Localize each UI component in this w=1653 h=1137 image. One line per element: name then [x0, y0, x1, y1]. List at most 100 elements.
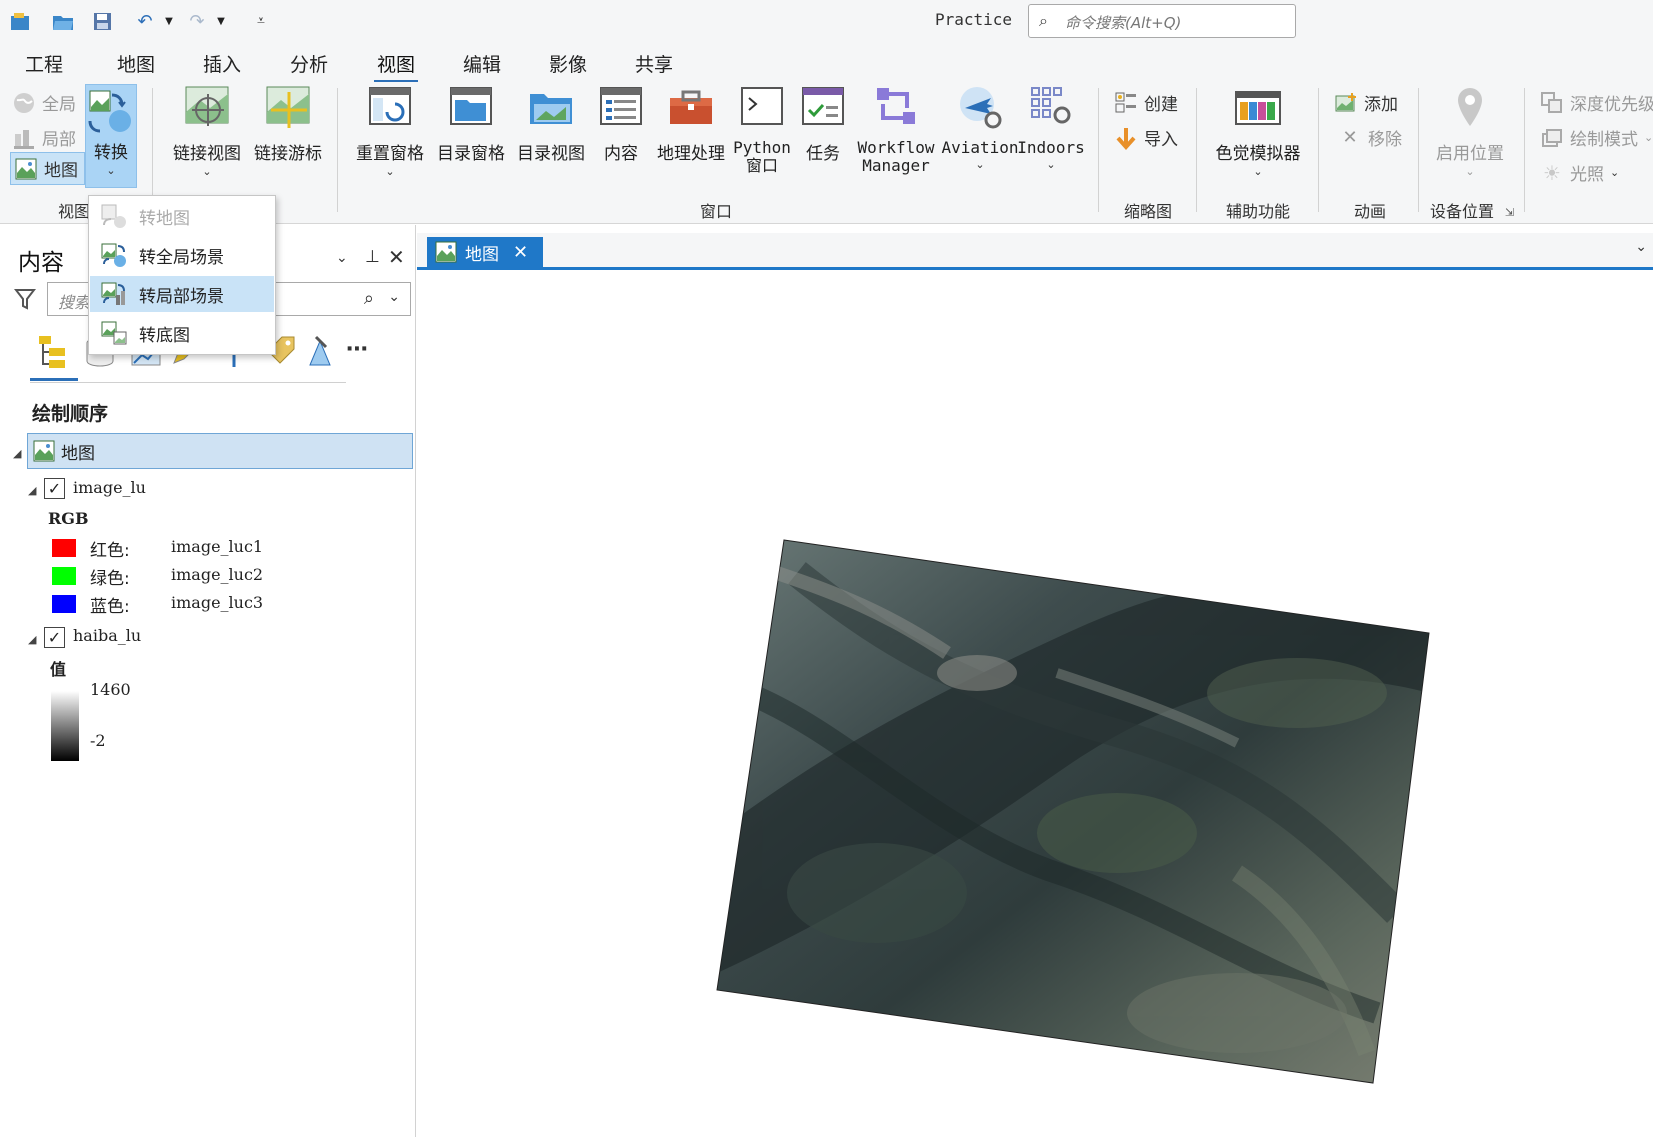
search-placeholder: 搜索 [58, 293, 91, 312]
new-project-icon[interactable] [8, 8, 34, 34]
list-by-perspective-imagery-icon[interactable] [302, 333, 338, 369]
reset-panes-label: 重置窗格 [356, 144, 424, 164]
lighting-button[interactable]: ☀ 光照 ⌄ [1540, 160, 1619, 186]
indoors-label: Indoors [1017, 138, 1085, 157]
red-channel-label: 红色: [90, 541, 130, 561]
catalog-pane-button[interactable]: 目录窗格 [433, 84, 509, 164]
tab-view[interactable]: 视图 [373, 50, 419, 83]
reset-panes-button[interactable]: 重置窗格 ⌄ [352, 84, 428, 178]
layer-visibility-checkbox[interactable]: ✓ [44, 627, 65, 648]
convert-button[interactable]: 转换 ⌄ [85, 84, 137, 188]
close-tab-icon[interactable]: ✕ [513, 242, 528, 263]
link-view-icon [185, 86, 229, 126]
map-tree-node[interactable]: 地图 [27, 433, 413, 469]
tab-insert[interactable]: 插入 [203, 50, 241, 77]
chevron-down-icon: ⌄ [975, 158, 985, 171]
filter-icon[interactable] [14, 287, 36, 311]
layer-name-image-lu[interactable]: image_lu [73, 478, 146, 497]
arcgis-pro-window: ↶ ▼ ↷ ▼ ⩡ Practice ⌕ 命令搜索(Alt+Q) 工程 地图 插… [0, 0, 1653, 1137]
tab-project[interactable]: 工程 [25, 50, 63, 77]
workflow-icon [877, 88, 915, 124]
command-search-placeholder: 命令搜索(Alt+Q) [1065, 14, 1182, 32]
thumbnail-create-icon [1115, 92, 1136, 112]
remove-animation-button[interactable]: ✕ 移除 [1338, 125, 1402, 150]
chevron-down-icon[interactable]: ⌄ [388, 289, 400, 305]
pin-icon[interactable]: ⊥ [365, 247, 380, 267]
save-project-icon[interactable] [90, 8, 116, 34]
catalog-view-button[interactable]: 目录视图 [513, 84, 589, 164]
convert-label: 转换 [94, 143, 128, 163]
link-cursor-button[interactable]: 链接游标 [249, 84, 327, 164]
python-window-button[interactable]: Python 窗口 [732, 84, 792, 175]
collapse-triangle-icon[interactable]: ◢ [28, 484, 36, 497]
collapse-triangle-icon[interactable]: ◢ [28, 633, 36, 646]
menu-item-to-global-scene[interactable]: 转全局场景 [90, 237, 274, 273]
ramp-high-value: 1460 [90, 680, 131, 699]
command-search-input[interactable]: ⌕ 命令搜索(Alt+Q) [1028, 4, 1296, 38]
global-view-button[interactable]: 全局 [12, 90, 76, 115]
map-node-label: 地图 [61, 444, 95, 464]
import-thumbnail-button[interactable]: 导入 [1114, 125, 1178, 150]
indoors-icon [1031, 87, 1071, 124]
list-by-drawing-order-icon[interactable] [35, 333, 71, 369]
workflow-manager-button[interactable]: Workflow Manager [852, 84, 940, 175]
depth-priority-icon [1541, 91, 1562, 113]
tab-share[interactable]: 共享 [635, 50, 673, 77]
undo-dropdown-icon[interactable]: ▼ [156, 8, 182, 34]
tab-list-chevron-icon[interactable]: ⌄ [1635, 239, 1647, 255]
menu-item-label: 转局部场景 [139, 286, 224, 307]
tab-edit[interactable]: 编辑 [463, 50, 501, 77]
add-animation-button[interactable]: 添加 [1334, 90, 1398, 115]
undo-icon[interactable]: ↶ [132, 8, 158, 34]
chevron-down-icon: ⌄ [202, 165, 212, 178]
color-vision-simulator-button[interactable]: 色觉模拟器 ⌄ [1210, 84, 1306, 178]
map-view-tab[interactable]: 地图 ✕ [427, 237, 543, 267]
link-view-button[interactable]: 链接视图 ⌄ [168, 84, 246, 178]
open-project-icon[interactable] [50, 8, 76, 34]
tasks-button[interactable]: 任务 [795, 84, 851, 164]
tab-map[interactable]: 地图 [117, 50, 155, 77]
layer-visibility-checkbox[interactable]: ✓ [44, 478, 65, 499]
toolbar-divider [30, 382, 346, 383]
geoprocessing-button[interactable]: 地理处理 [654, 84, 728, 164]
contents-icon [600, 87, 642, 125]
aviation-button[interactable]: Aviation ⌄ [940, 84, 1020, 171]
tab-imagery[interactable]: 影像 [549, 50, 587, 77]
depth-priority-label: 深度优先级 [1570, 95, 1653, 115]
menu-item-to-basemap[interactable]: 转底图 [90, 315, 274, 351]
map-view-button[interactable]: 地图 [10, 152, 85, 185]
customize-toolbar-icon[interactable]: ⩡ [248, 8, 274, 34]
more-options-icon[interactable]: ⋯ [346, 337, 368, 362]
catalog-pane-label: 目录窗格 [437, 144, 505, 164]
close-icon[interactable]: ✕ [388, 245, 405, 269]
create-thumbnail-button[interactable]: 创建 [1114, 90, 1178, 115]
collapse-triangle-icon[interactable]: ◢ [13, 447, 21, 460]
indoors-button[interactable]: Indoors ⌄ [1012, 84, 1090, 171]
menu-item-to-local-scene[interactable]: 转局部场景 [90, 276, 274, 312]
redo-dropdown-icon[interactable]: ▼ [208, 8, 234, 34]
convert-to-basemap-icon [99, 319, 129, 347]
pane-options-chevron-icon[interactable]: ⌄ [336, 250, 348, 266]
redo-icon[interactable]: ↷ [184, 8, 210, 34]
link-view-label: 链接视图 [173, 144, 241, 164]
chevron-down-icon: ⌄ [1046, 158, 1056, 171]
contents-button[interactable]: 内容 [592, 84, 650, 164]
draw-mode-button[interactable]: 绘制模式 ⌄ [1540, 125, 1653, 150]
dialog-launcher-icon[interactable]: ⇲ [1505, 206, 1514, 219]
ribbon-divider [1524, 88, 1525, 212]
local-scene-icon [14, 129, 34, 149]
layer-name-haiba-lu[interactable]: haiba_lu [73, 626, 141, 645]
convert-icon [88, 90, 131, 133]
enable-location-button[interactable]: 启用位置 ⌄ [1430, 84, 1510, 178]
local-view-button[interactable]: 局部 [12, 125, 76, 150]
menu-item-to-map[interactable]: 转地图 [90, 198, 274, 234]
renderer-heading-value: 值 [50, 660, 67, 679]
color-vision-icon [1235, 91, 1281, 125]
menu-item-label: 转底图 [139, 325, 190, 346]
blue-band-name: image_luc3 [171, 593, 264, 612]
python-label-line2: 窗口 [745, 156, 778, 175]
tab-analysis[interactable]: 分析 [290, 50, 328, 77]
add-keyframe-icon [1335, 92, 1356, 111]
depth-priority-button[interactable]: 深度优先级 [1540, 90, 1653, 115]
map-canvas[interactable] [417, 273, 1653, 1137]
